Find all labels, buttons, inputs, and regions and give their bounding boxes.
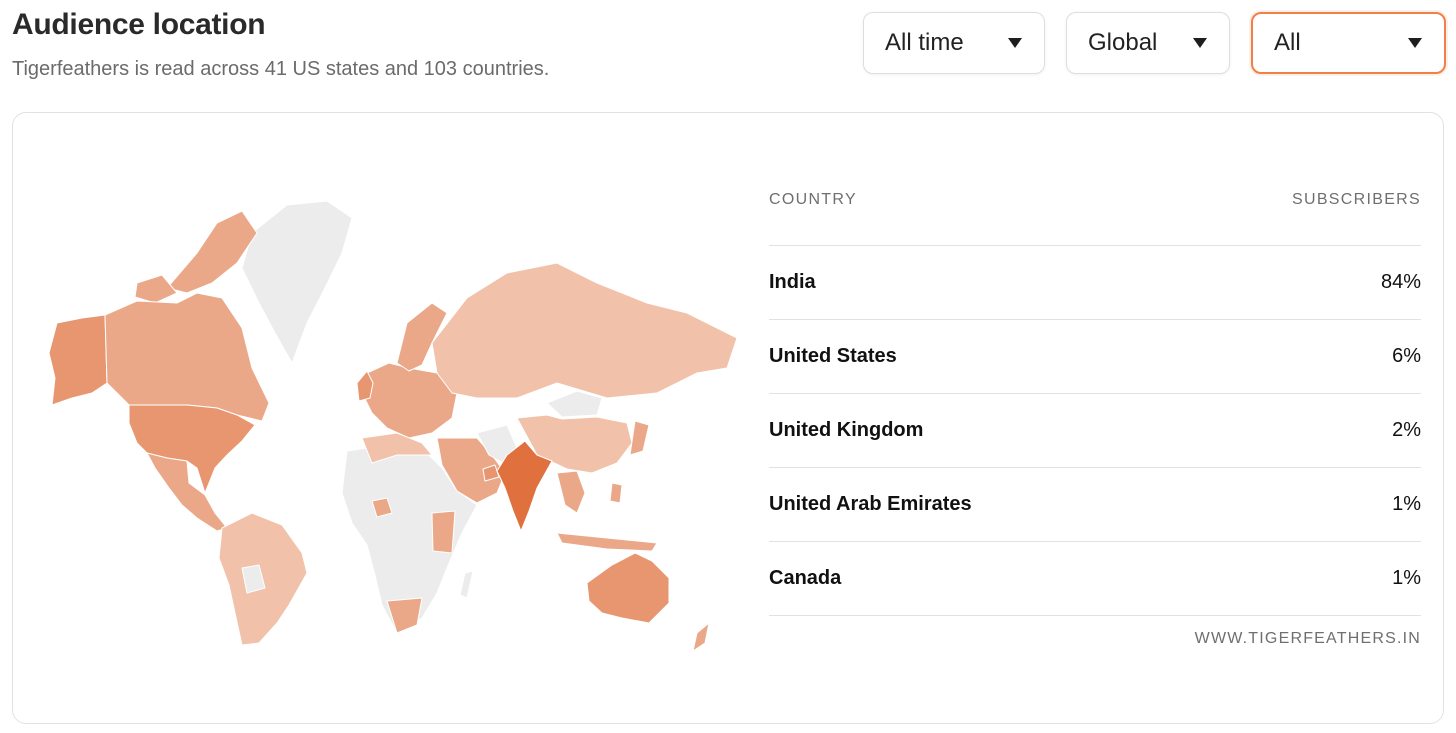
subscriber-share: 6% xyxy=(1392,345,1421,367)
subscriber-share: 2% xyxy=(1392,419,1421,441)
map-region-southeast-asia[interactable] xyxy=(556,470,586,514)
country-name: United Kingdom xyxy=(769,419,924,441)
region-value: Global xyxy=(1088,29,1158,56)
caret-down-icon xyxy=(1193,38,1207,48)
table-row: United States 6% xyxy=(769,320,1421,394)
audience-location-card: COUNTRY SUBSCRIBERS India 84% United Sta… xyxy=(12,112,1444,724)
table-row: India 84% xyxy=(769,246,1421,320)
country-name: United Arab Emirates xyxy=(769,493,972,515)
audience-value: All xyxy=(1274,29,1301,56)
country-name: India xyxy=(769,271,816,293)
column-header-country[interactable]: COUNTRY xyxy=(769,191,857,209)
time-range-dropdown[interactable]: All time xyxy=(863,12,1045,74)
world-map xyxy=(48,200,737,652)
map-region-east-africa[interactable] xyxy=(431,510,456,554)
country-table: COUNTRY SUBSCRIBERS India 84% United Sta… xyxy=(769,191,1421,648)
map-region-australia[interactable] xyxy=(586,552,670,624)
map-region-canada-islands[interactable] xyxy=(166,210,258,294)
time-range-value: All time xyxy=(885,29,964,56)
map-region-alaska[interactable] xyxy=(48,314,108,406)
map-region-new-zealand[interactable] xyxy=(692,622,710,652)
table-row: United Arab Emirates 1% xyxy=(769,468,1421,542)
map-region-madagascar[interactable] xyxy=(459,570,474,599)
country-name: United States xyxy=(769,345,897,367)
map-region-canada[interactable] xyxy=(104,292,270,422)
site-watermark: WWW.TIGERFEATHERS.IN xyxy=(1194,630,1421,647)
caret-down-icon xyxy=(1408,38,1422,48)
table-row: United Kingdom 2% xyxy=(769,394,1421,468)
map-region-greenland[interactable] xyxy=(241,200,353,364)
subscriber-share: 1% xyxy=(1392,493,1421,515)
region-dropdown[interactable]: Global xyxy=(1066,12,1230,74)
audience-dropdown[interactable]: All xyxy=(1251,12,1446,74)
caret-down-icon xyxy=(1008,38,1022,48)
map-region-canada-islands[interactable] xyxy=(134,274,178,304)
column-header-subscribers[interactable]: SUBSCRIBERS xyxy=(1292,191,1421,209)
subscriber-share: 84% xyxy=(1380,271,1421,293)
map-region-mongolia[interactable] xyxy=(546,390,603,418)
subscriber-share: 1% xyxy=(1392,567,1421,589)
map-region-south-africa[interactable] xyxy=(386,597,423,634)
page-subtitle: Tigerfeathers is read across 41 US state… xyxy=(12,58,550,80)
table-row: Canada 1% xyxy=(769,542,1421,616)
country-name: Canada xyxy=(769,567,842,589)
page-title: Audience location xyxy=(12,8,266,41)
map-region-japan[interactable] xyxy=(629,420,650,456)
map-region-indonesia[interactable] xyxy=(556,532,658,552)
map-region-philippines[interactable] xyxy=(609,482,623,504)
table-header: COUNTRY SUBSCRIBERS xyxy=(769,191,1421,246)
map-region-united-states[interactable] xyxy=(128,404,256,494)
map-region-russia[interactable] xyxy=(431,262,737,399)
